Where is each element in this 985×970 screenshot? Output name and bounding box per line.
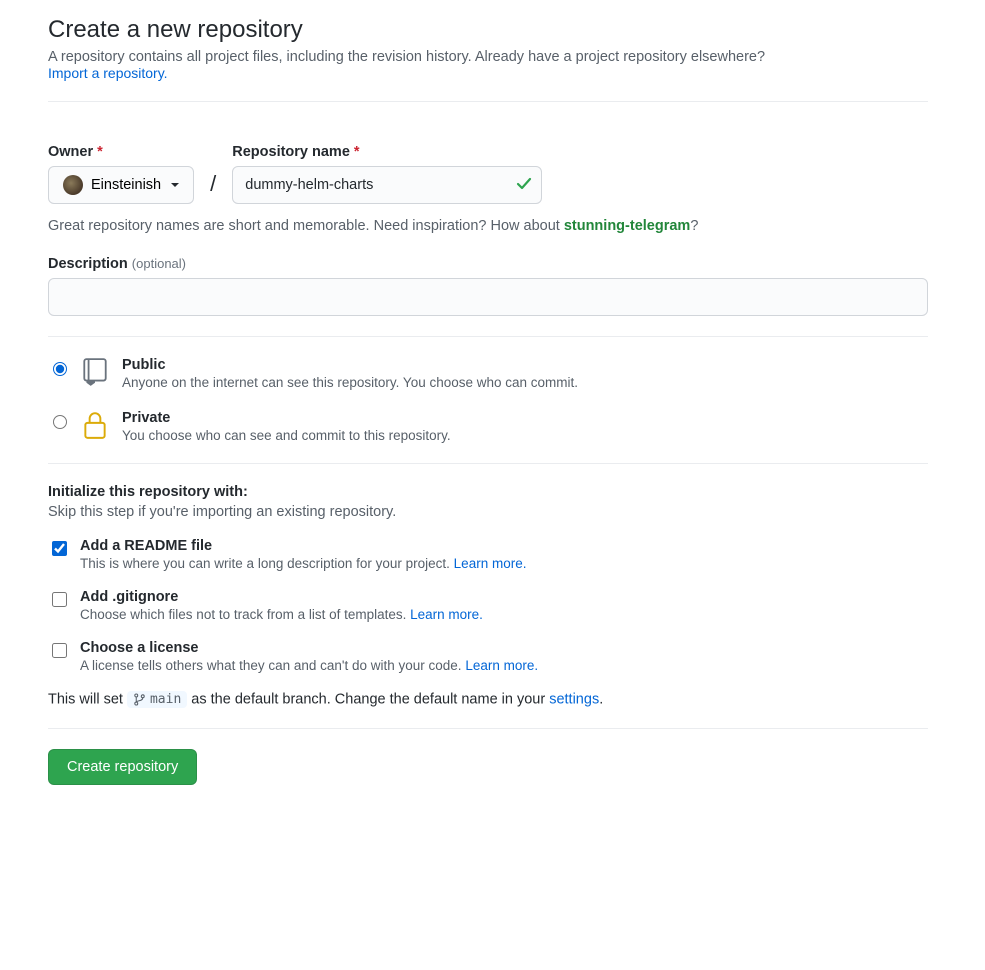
gitignore-learn-more-link[interactable]: Learn more. xyxy=(410,607,483,622)
init-heading: Initialize this repository with: xyxy=(48,484,928,500)
add-readme-sub: This is where you can write a long descr… xyxy=(80,556,526,571)
choose-license-checkbox[interactable] xyxy=(52,643,67,658)
description-input[interactable] xyxy=(48,278,928,316)
page-title: Create a new repository xyxy=(48,16,928,44)
add-readme-checkbox[interactable] xyxy=(52,541,67,556)
name-hint: Great repository names are short and mem… xyxy=(48,218,928,234)
repo-name-input[interactable] xyxy=(232,166,542,204)
init-subheading: Skip this step if you're importing an ex… xyxy=(48,504,928,520)
branch-chip: main xyxy=(127,691,187,708)
create-repository-button[interactable]: Create repository xyxy=(48,749,197,785)
divider xyxy=(48,101,928,102)
avatar xyxy=(63,175,83,195)
page-subtitle: A repository contains all project files,… xyxy=(48,48,928,81)
license-learn-more-link[interactable]: Learn more. xyxy=(465,658,538,673)
divider xyxy=(48,336,928,337)
add-gitignore-title: Add .gitignore xyxy=(80,589,483,605)
subtitle-text: A repository contains all project files,… xyxy=(48,49,765,65)
repo-name-label: Repository name* xyxy=(232,144,542,160)
lock-icon xyxy=(82,410,110,443)
visibility-public-title: Public xyxy=(122,357,578,373)
add-gitignore-sub: Choose which files not to track from a l… xyxy=(80,607,483,622)
repo-public-icon xyxy=(82,357,110,390)
divider xyxy=(48,728,928,729)
name-suggestion[interactable]: stunning-telegram xyxy=(564,218,690,234)
slash-separator: / xyxy=(206,171,220,197)
visibility-private-title: Private xyxy=(122,410,451,426)
settings-link[interactable]: settings xyxy=(549,691,599,707)
owner-label: Owner* xyxy=(48,144,194,160)
visibility-public-radio[interactable] xyxy=(53,362,67,376)
divider xyxy=(48,463,928,464)
owner-name: Einsteinish xyxy=(91,177,161,193)
default-branch-info: This will set main as the default branch… xyxy=(48,691,928,708)
choose-license-sub: A license tells others what they can and… xyxy=(80,658,538,673)
add-readme-title: Add a README file xyxy=(80,538,526,554)
visibility-private-radio[interactable] xyxy=(53,415,67,429)
check-icon xyxy=(516,176,532,195)
caret-down-icon xyxy=(171,183,179,187)
owner-select[interactable]: Einsteinish xyxy=(48,166,194,204)
visibility-private-sub: You choose who can see and commit to thi… xyxy=(122,428,451,443)
git-branch-icon xyxy=(133,693,146,706)
import-repository-link[interactable]: Import a repository. xyxy=(48,65,168,81)
choose-license-title: Choose a license xyxy=(80,640,538,656)
add-gitignore-checkbox[interactable] xyxy=(52,592,67,607)
readme-learn-more-link[interactable]: Learn more. xyxy=(454,556,527,571)
visibility-public-sub: Anyone on the internet can see this repo… xyxy=(122,375,578,390)
description-label: Description (optional) xyxy=(48,256,928,272)
